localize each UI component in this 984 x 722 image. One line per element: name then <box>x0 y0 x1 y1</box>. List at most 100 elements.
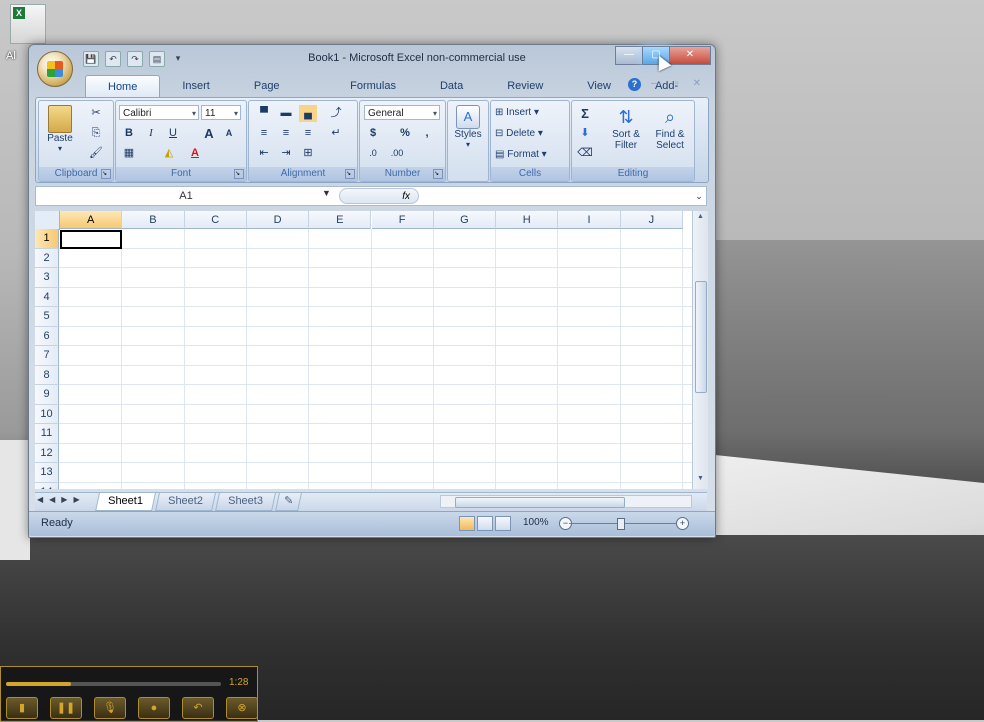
paste-button[interactable]: Paste ▾ <box>45 105 75 153</box>
cut-icon[interactable]: ✂ <box>87 105 105 122</box>
vertical-scroll-thumb[interactable] <box>695 281 707 393</box>
borders-icon[interactable]: ▦ <box>120 145 138 162</box>
format-cells-button[interactable]: ▤ Format ▾ <box>495 149 547 160</box>
name-box-dropdown-icon[interactable]: ▼ <box>322 188 331 198</box>
zoom-slider-knob[interactable] <box>617 518 625 530</box>
tab-view[interactable]: View <box>565 75 633 97</box>
row-header-6[interactable]: 6 <box>35 326 59 346</box>
format-painter-icon[interactable]: 🖌 <box>87 145 105 162</box>
horizontal-scroll-thumb[interactable] <box>455 497 625 508</box>
column-header-i[interactable]: I <box>558 211 621 229</box>
close-button[interactable]: ✕ <box>669 46 711 65</box>
active-cell-a1[interactable] <box>60 230 122 249</box>
copy-icon[interactable]: ⎘ <box>87 125 105 142</box>
row-header-3[interactable]: 3 <box>35 268 59 288</box>
grow-font-button[interactable]: A <box>200 125 218 142</box>
wrap-text-icon[interactable]: ↵ <box>327 125 345 142</box>
column-header-c[interactable]: C <box>184 211 247 229</box>
page-break-view-icon[interactable] <box>495 516 511 531</box>
column-header-f[interactable]: F <box>371 211 434 229</box>
zoom-level[interactable]: 100% <box>523 517 549 528</box>
row-header-14[interactable]: 14 <box>35 482 59 489</box>
playback-progress[interactable] <box>6 682 221 686</box>
sheet-nav-buttons[interactable]: ◀◀▶▶ <box>37 495 86 504</box>
row-header-13[interactable]: 13 <box>35 463 59 483</box>
row-header-7[interactable]: 7 <box>35 346 59 366</box>
row-header-5[interactable]: 5 <box>35 307 59 327</box>
row-header-11[interactable]: 11 <box>35 424 59 444</box>
fill-color-icon[interactable]: ◭ <box>160 145 178 162</box>
row-header-4[interactable]: 4 <box>35 287 59 307</box>
microphone-button[interactable]: 🎙 <box>94 697 126 719</box>
clear-icon[interactable]: ⌫ <box>576 145 594 162</box>
delete-cells-button[interactable]: ⊟ Delete ▾ <box>495 128 543 139</box>
formula-input[interactable] <box>424 187 690 205</box>
row-header-10[interactable]: 10 <box>35 404 59 424</box>
align-right-icon[interactable]: ≡ <box>299 125 317 142</box>
increase-decimal-button[interactable]: .0 <box>364 145 382 162</box>
vertical-scrollbar[interactable]: ▲ ▼ <box>692 211 708 489</box>
autosum-button[interactable]: Σ <box>576 105 594 122</box>
column-header-j[interactable]: J <box>620 211 683 229</box>
workbook-restore-icon[interactable]: ▫ <box>675 78 679 89</box>
tab-formulas[interactable]: Formulas <box>328 75 418 97</box>
column-header-a[interactable]: A <box>60 211 123 229</box>
row-header-1[interactable]: 1 <box>35 229 59 249</box>
zoom-slider[interactable]: − + <box>559 517 689 530</box>
decrease-decimal-button[interactable]: .00 <box>388 145 406 162</box>
column-header-d[interactable]: D <box>246 211 310 229</box>
sort-filter-button[interactable]: ⇅ Sort & Filter <box>606 105 646 151</box>
webcam-button[interactable]: ● <box>138 697 170 719</box>
underline-button[interactable]: U <box>164 125 182 142</box>
select-all-corner[interactable] <box>35 211 60 230</box>
scroll-down-icon[interactable]: ▼ <box>693 475 708 487</box>
orientation-icon[interactable]: ⤴ <box>327 105 345 122</box>
clipboard-launcher-icon[interactable]: ↘ <box>101 169 111 179</box>
pause-button[interactable]: ❚❚ <box>50 697 82 719</box>
insert-cells-button[interactable]: ⊞ Insert ▾ <box>495 107 539 118</box>
align-bottom-icon[interactable]: ▄ <box>299 105 317 122</box>
increase-indent-icon[interactable]: ⇥ <box>277 145 295 162</box>
font-color-button[interactable]: A <box>186 145 204 162</box>
tab-review[interactable]: Review <box>485 75 565 97</box>
align-left-icon[interactable]: ≡ <box>255 125 273 142</box>
horizontal-scrollbar[interactable] <box>440 495 692 508</box>
minimize-button[interactable]: — <box>615 46 643 65</box>
cancel-button[interactable]: ⊗ <box>226 697 258 719</box>
row-header-9[interactable]: 9 <box>35 385 59 405</box>
row-header-2[interactable]: 2 <box>35 248 59 268</box>
sheet-tab-sheet1[interactable]: Sheet1 <box>95 493 156 511</box>
fill-icon[interactable]: ⬇ <box>576 125 594 142</box>
column-header-b[interactable]: B <box>122 211 185 229</box>
styles-button[interactable]: A Styles ▾ <box>452 105 484 149</box>
bookmark-button[interactable]: ▮ <box>6 697 38 719</box>
undo-button[interactable]: ↶ <box>182 697 214 719</box>
office-button[interactable] <box>37 51 73 87</box>
excel-desktop-icon[interactable]: X <box>10 4 46 44</box>
shrink-font-button[interactable]: A <box>220 125 238 142</box>
name-box[interactable]: A1 <box>36 187 336 205</box>
help-icon[interactable]: ? <box>628 78 641 91</box>
insert-function-button[interactable]: fx <box>339 188 419 204</box>
merge-center-icon[interactable]: ⊞ <box>299 145 317 162</box>
column-header-e[interactable]: E <box>309 211 372 229</box>
font-name-select[interactable]: Calibri <box>119 105 199 121</box>
font-launcher-icon[interactable]: ↘ <box>234 169 244 179</box>
align-center-icon[interactable]: ≡ <box>277 125 295 142</box>
italic-button[interactable]: I <box>142 125 160 142</box>
currency-button[interactable]: $ <box>364 125 382 142</box>
comma-button[interactable]: , <box>418 125 436 142</box>
page-layout-view-icon[interactable] <box>477 516 493 531</box>
column-header-g[interactable]: G <box>433 211 497 229</box>
tab-insert[interactable]: Insert <box>160 75 232 97</box>
tab-page-layout[interactable]: Page Layout <box>232 75 328 114</box>
tab-home[interactable]: Home <box>85 75 161 97</box>
font-size-select[interactable]: 11 <box>201 105 241 121</box>
workbook-close-icon[interactable]: ✕ <box>693 78 701 89</box>
find-select-button[interactable]: ⌕ Find & Select <box>650 105 690 151</box>
number-launcher-icon[interactable]: ↘ <box>433 169 443 179</box>
normal-view-icon[interactable] <box>459 516 475 531</box>
sheet-tab-sheet3[interactable]: Sheet3 <box>215 493 276 511</box>
align-middle-icon[interactable]: ▬ <box>277 105 295 122</box>
percent-button[interactable]: % <box>396 125 414 142</box>
